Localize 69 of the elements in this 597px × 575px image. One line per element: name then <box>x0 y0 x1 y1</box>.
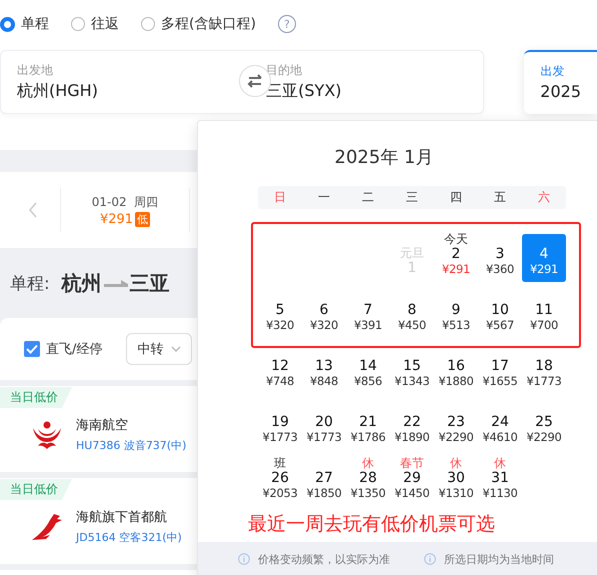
calendar-day[interactable]: 19 ¥1773 <box>258 402 302 450</box>
field-label: 出发 <box>540 63 566 79</box>
calendar-day[interactable]: 23 ¥2290 <box>434 402 478 450</box>
low-price-tag: 当日低价 <box>0 479 72 500</box>
calendar-day[interactable]: 10 ¥567 <box>478 290 522 338</box>
calendar-day[interactable]: 22 ¥1890 <box>390 402 434 450</box>
calendar-day[interactable]: 8 ¥450 <box>390 290 434 338</box>
info-icon <box>424 553 436 565</box>
footer-note: 价格变动频繁，以实际为准 <box>258 552 390 566</box>
caret-icon <box>171 346 182 352</box>
route-destination: 三亚 <box>130 270 170 296</box>
calendar-day[interactable]: 18 ¥1773 <box>522 346 566 394</box>
field-label: 出发地 <box>17 62 54 78</box>
transfer-dropdown[interactable]: 中转 <box>126 333 192 365</box>
month-title: 2025年 1月 <box>334 146 434 169</box>
calendar-day[interactable]: 20 ¥1773 <box>302 402 346 450</box>
calendar-day[interactable]: 9 ¥513 <box>434 290 478 338</box>
flight-number[interactable]: JD5164 空客321(中) <box>76 530 182 545</box>
calendar-day[interactable]: 17 ¥1655 <box>478 346 522 394</box>
weekday-label: 六 <box>537 189 551 206</box>
calendar-day[interactable]: 15 ¥1343 <box>390 346 434 394</box>
footer-note: 所选日期均为当地时间 <box>444 552 554 566</box>
calendar-day[interactable]: 11 ¥700 <box>522 290 566 338</box>
weekday-label: 五 <box>493 189 507 206</box>
calendar-day[interactable]: 21 ¥1786 <box>346 402 390 450</box>
tab-date: 01-02 周四 <box>92 194 158 210</box>
calendar-day[interactable]: 班 26 ¥2053 <box>258 458 302 506</box>
calendar-day[interactable]: 14 ¥856 <box>346 346 390 394</box>
route-label: 单程: <box>10 272 50 294</box>
calendar-day[interactable]: 24 ¥4610 <box>478 402 522 450</box>
calendar-day[interactable]: 休 31 ¥1130 <box>478 458 522 506</box>
field-value[interactable]: 杭州(HGH) <box>17 80 98 102</box>
annotation-text: 最近一周去玩有低价机票可选 <box>248 512 495 537</box>
low-price-tag: 当日低价 <box>0 387 72 408</box>
weekday-label: 日 <box>273 189 287 206</box>
tab-price: ¥291 <box>100 212 134 226</box>
calendar-day[interactable]: 春节 29 ¥1450 <box>390 458 434 506</box>
date-tab[interactable]: 01-02 周四 ¥291 低 <box>61 194 189 226</box>
flight-number[interactable]: HU7386 波音737(中) <box>76 438 186 453</box>
route-origin: 杭州 <box>62 270 102 296</box>
direct-checkbox[interactable]: 直飞/经停 <box>24 340 102 358</box>
low-badge: 低 <box>135 212 150 226</box>
weekday-label: 二 <box>361 189 375 206</box>
calendar-day[interactable]: 5 ¥320 <box>258 290 302 338</box>
calendar-day[interactable]: 12 ¥748 <box>258 346 302 394</box>
airline-name: 海南航空 <box>76 417 129 434</box>
calendar-day[interactable]: 13 ¥848 <box>302 346 346 394</box>
calendar-day[interactable]: 4 ¥291 <box>522 234 566 282</box>
trip-type-radio[interactable]: 单程 <box>0 15 49 33</box>
calendar-day[interactable]: 25 ¥2290 <box>522 402 566 450</box>
trip-type-radio[interactable]: 往返 <box>71 15 119 33</box>
calendar-day[interactable]: 今天 2 ¥291 <box>434 234 478 282</box>
weekday-label: 一 <box>317 189 331 206</box>
calendar-day[interactable]: 休 30 ¥1310 <box>434 458 478 506</box>
calendar-day[interactable]: 3 ¥360 <box>478 234 522 282</box>
calendar-day[interactable]: 6 ¥320 <box>302 290 346 338</box>
calendar-day[interactable]: 休 28 ¥1350 <box>346 458 390 506</box>
field-value[interactable]: 2025 <box>540 81 581 103</box>
weekday-label: 四 <box>449 189 463 206</box>
info-icon <box>238 553 250 565</box>
calendar-day[interactable]: 27 ¥1850 <box>302 458 346 506</box>
route-arrow-icon <box>104 280 128 286</box>
calendar-day[interactable]: 16 ¥1880 <box>434 346 478 394</box>
chevron-left-icon <box>28 202 38 218</box>
airline-name: 海航旗下首都航 <box>76 509 168 526</box>
calendar-day[interactable]: 7 ¥391 <box>346 290 390 338</box>
swap-arrows-icon <box>246 74 264 88</box>
trip-type-radio[interactable]: 多程(含缺口程) <box>141 15 256 33</box>
weekday-label: 三 <box>405 189 419 206</box>
